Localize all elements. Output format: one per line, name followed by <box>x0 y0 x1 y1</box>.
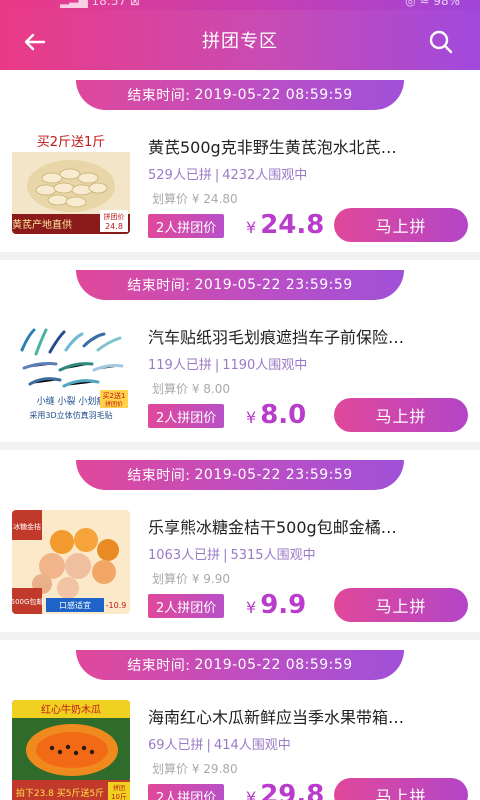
image-caption-top: 小缝 小裂 小划痕 <box>37 395 106 407</box>
currency-symbol: ¥ <box>246 408 257 427</box>
end-time-label: 结束时间: <box>127 468 191 484</box>
product-title[interactable]: 乐享熊冰糖金桔干500g包邮金橘… <box>148 514 463 538</box>
page-title: 拼团专区 <box>202 31 278 52</box>
image-badge-price: 10斤 <box>111 792 127 800</box>
list-item[interactable]: 结束时间: 2019-05-22 23:59:59 小缝 小裂 小划痕 采用3D… <box>0 260 480 442</box>
group-price-tag: 2人拼团价 <box>148 784 225 800</box>
image-badge-label: 500G包邮 <box>12 597 43 606</box>
join-group-button[interactable]: 马上拼 <box>334 208 468 242</box>
product-title[interactable]: 汽车贴纸羽毛划痕遮挡车子前保险… <box>148 324 463 348</box>
image-caption-bottom: 口感适宜 <box>59 600 91 610</box>
group-stats: 69人已拼 | 414人围观中 <box>148 738 291 753</box>
original-price-label: 划算价 <box>152 382 189 396</box>
divider <box>0 632 480 640</box>
list-item[interactable]: 结束时间: 2019-05-22 23:59:59 冰糖金桔 500G包邮 口感… <box>0 450 480 632</box>
join-group-button[interactable]: 马上拼 <box>334 398 468 432</box>
back-arrow-icon[interactable] <box>20 27 50 57</box>
price-value: 8.0 <box>260 400 307 430</box>
joined-count: 529人已拼 <box>148 168 212 183</box>
price-value: 24.8 <box>260 210 325 240</box>
end-time-value: 2019-05-22 08:59:59 <box>194 657 353 673</box>
end-time-value: 2019-05-22 23:59:59 <box>194 277 353 293</box>
end-time-banner: 结束时间: 2019-05-22 08:59:59 <box>76 80 404 110</box>
currency-symbol: ¥ <box>246 218 257 237</box>
product-image[interactable]: 红心牛奶木瓜 拍下23.8 买5斤送5斤 拼团 10斤 <box>12 700 130 800</box>
list-item[interactable]: 结束时间: 2019-05-22 08:59:59 买2斤送1斤 黄芪产地直供 … <box>0 70 480 252</box>
image-badge-label: 拼团价 <box>105 400 123 408</box>
joined-count: 69人已拼 <box>148 738 204 753</box>
group-stats: 1063人已拼 | 5315人围观中 <box>148 548 316 563</box>
search-icon[interactable] <box>426 27 456 57</box>
original-price-value: ¥ 24.80 <box>191 192 238 206</box>
image-caption-bottom: 采用3D立体仿真羽毛贴 <box>29 410 112 420</box>
image-caption-top: 红心牛奶木瓜 <box>41 703 101 716</box>
product-image[interactable]: 小缝 小裂 小划痕 采用3D立体仿真羽毛贴 买2送1 拼团价 <box>12 320 130 424</box>
end-time-value: 2019-05-22 08:59:59 <box>194 87 353 103</box>
image-badge-price: 24.8 <box>105 222 123 231</box>
end-time-value: 2019-05-22 23:59:59 <box>194 467 353 483</box>
group-stats: 119人已拼 | 1190人围观中 <box>148 358 308 373</box>
image-caption-bottom: 拍下23.8 买5斤送5斤 <box>16 787 104 799</box>
list-item[interactable]: 结束时间: 2019-05-22 08:59:59 红心牛奶木瓜 拍下23.8 … <box>0 640 480 800</box>
image-badge-price: -10.9 <box>106 601 127 610</box>
image-badge-label: 拼团 <box>113 784 125 792</box>
currency-symbol: ¥ <box>246 598 257 617</box>
group-stats: 529人已拼 | 4232人围观中 <box>148 168 308 183</box>
original-price: 划算价 ¥ 24.80 <box>152 190 238 207</box>
product-title[interactable]: 海南红心木瓜新鲜应当季水果带箱… <box>148 704 463 728</box>
original-price: 划算价 ¥ 8.00 <box>152 380 230 397</box>
end-time-label: 结束时间: <box>127 278 191 294</box>
divider <box>0 442 480 450</box>
product-title[interactable]: 黄芪500g克非野生黄芪泡水北芪… <box>148 134 463 158</box>
product-image[interactable]: 冰糖金桔 500G包邮 口感适宜 -10.9 <box>12 510 130 614</box>
original-price-value: ¥ 9.90 <box>191 572 231 586</box>
price-value: 29.8 <box>260 780 325 800</box>
top-navbar: 拼团专区 <box>0 10 480 70</box>
price-value: 9.9 <box>260 590 307 620</box>
watching-count: 4232人围观中 <box>222 168 308 183</box>
original-price-value: ¥ 8.00 <box>191 382 231 396</box>
product-image[interactable]: 买2斤送1斤 黄芪产地直供 拼团价 24.8 <box>12 130 130 234</box>
group-price: ¥ 29.8 <box>246 780 324 800</box>
image-badge-label: 拼团价 <box>104 212 125 221</box>
watching-count: 1190人围观中 <box>222 358 308 373</box>
end-time-label: 结束时间: <box>127 658 191 674</box>
end-time-banner: 结束时间: 2019-05-22 23:59:59 <box>76 460 404 490</box>
group-buy-list: 结束时间: 2019-05-22 08:59:59 买2斤送1斤 黄芪产地直供 … <box>0 70 480 800</box>
group-price-tag: 2人拼团价 <box>148 214 225 238</box>
joined-count: 119人已拼 <box>148 358 212 373</box>
watching-count: 5315人围观中 <box>230 548 316 563</box>
status-bar: ▂▃▅ 18:57 ⊠ ◎ ≈ 98% <box>0 0 480 10</box>
original-price: 划算价 ¥ 9.90 <box>152 570 230 587</box>
currency-symbol: ¥ <box>246 788 257 800</box>
image-caption-top: 冰糖金桔 <box>13 522 41 531</box>
image-badge-price: 买2送1 <box>103 391 126 400</box>
join-group-button[interactable]: 马上拼 <box>334 588 468 622</box>
original-price-label: 划算价 <box>152 192 189 206</box>
group-price: ¥ 8.0 <box>246 400 306 430</box>
status-right: ◎ ≈ 98% <box>405 0 460 8</box>
original-price-value: ¥ 29.80 <box>191 762 238 776</box>
join-group-button[interactable]: 马上拼 <box>334 778 468 800</box>
watching-count: 414人围观中 <box>213 738 291 753</box>
image-caption-bottom: 黄芪产地直供 <box>12 218 72 231</box>
status-left: ▂▃▅ 18:57 ⊠ <box>60 0 140 8</box>
group-price-tag: 2人拼团价 <box>148 594 225 618</box>
original-price-label: 划算价 <box>152 762 189 776</box>
original-price: 划算价 ¥ 29.80 <box>152 760 238 777</box>
end-time-banner: 结束时间: 2019-05-22 08:59:59 <box>76 650 404 680</box>
group-price: ¥ 24.8 <box>246 210 324 240</box>
group-price-tag: 2人拼团价 <box>148 404 225 428</box>
end-time-banner: 结束时间: 2019-05-22 23:59:59 <box>76 270 404 300</box>
image-caption-top: 买2斤送1斤 <box>37 135 106 150</box>
joined-count: 1063人已拼 <box>148 548 221 563</box>
end-time-label: 结束时间: <box>127 88 191 104</box>
original-price-label: 划算价 <box>152 572 189 586</box>
divider <box>0 252 480 260</box>
group-price: ¥ 9.9 <box>246 590 306 620</box>
